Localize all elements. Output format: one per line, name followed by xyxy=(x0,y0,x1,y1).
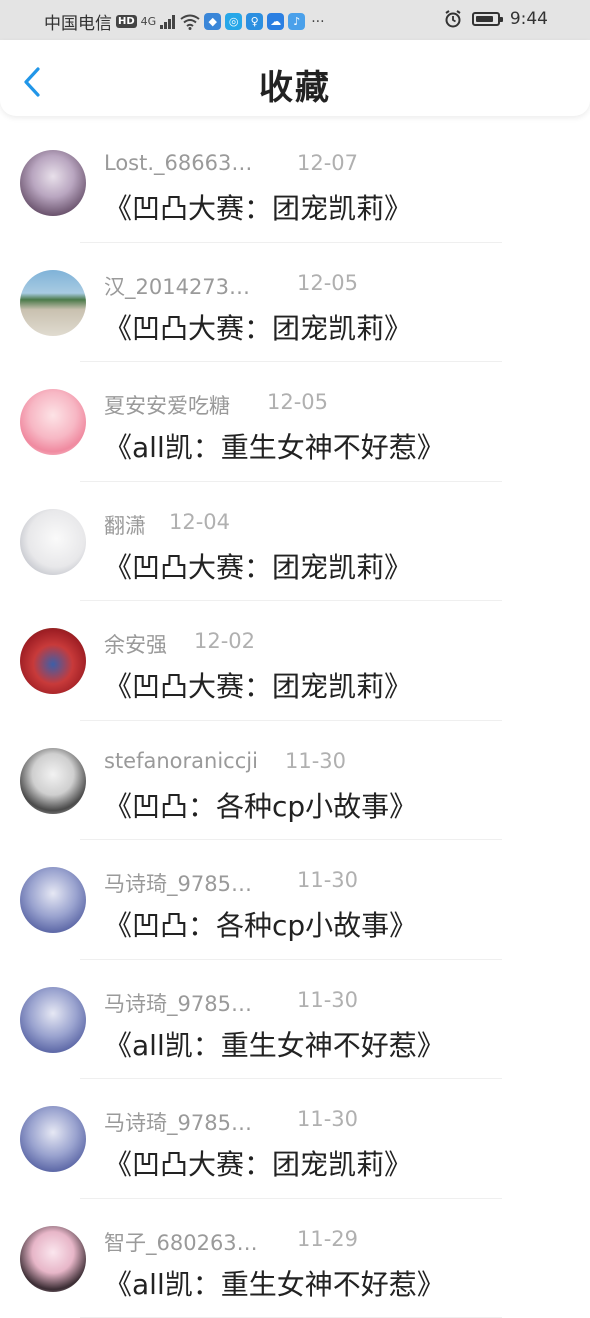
book-title: 《凹凸大赛：团宠凯莉》 xyxy=(104,1143,412,1183)
list-item[interactable]: Lost._68663… 12-07 《凹凸大赛：团宠凯莉》 xyxy=(0,123,590,243)
book-title: 《凹凸大赛：团宠凯莉》 xyxy=(104,665,412,705)
book-title: 《all凯：重生女神不好惹》 xyxy=(104,1024,445,1064)
favorite-date: 12-07 xyxy=(297,151,358,175)
book-title: 《all凯：重生女神不好惹》 xyxy=(104,426,445,466)
list-item[interactable]: 余安强 12-02 《凹凸大赛：团宠凯莉》 xyxy=(0,601,590,721)
list-item[interactable]: 马诗琦_9785… 11-30 《all凯：重生女神不好惹》 xyxy=(0,960,590,1080)
book-title: 《凹凸大赛：团宠凯莉》 xyxy=(104,187,412,227)
avatar xyxy=(20,1106,86,1172)
list-item[interactable]: 汉_2014273… 12-05 《凹凸大赛：团宠凯莉》 xyxy=(0,243,590,363)
list-item[interactable]: stefanoraniccji 11-30 《凹凸：各种cp小故事》 xyxy=(0,721,590,841)
favorite-date: 11-30 xyxy=(297,1107,358,1131)
book-title: 《凹凸大赛：团宠凯莉》 xyxy=(104,307,412,347)
user-name: 智子_680263… xyxy=(104,1227,258,1257)
avatar xyxy=(20,270,86,336)
avatar xyxy=(20,150,86,216)
book-title: 《凹凸大赛：团宠凯莉》 xyxy=(104,546,412,586)
favorite-date: 11-30 xyxy=(297,988,358,1012)
hd-badge: HD xyxy=(116,15,137,28)
status-bar-right: 9:44 xyxy=(444,9,548,29)
music-app-icon: ♪ xyxy=(288,13,305,30)
user-name: 马诗琦_9785… xyxy=(104,1107,252,1137)
user-name: 马诗琦_9785… xyxy=(104,868,252,898)
list-item[interactable]: 智子_680263… 11-29 《all凯：重生女神不好惹》 xyxy=(0,1199,590,1318)
favorite-date: 12-02 xyxy=(194,629,255,653)
favorites-list: Lost._68663… 12-07 《凹凸大赛：团宠凯莉》 汉_2014273… xyxy=(0,123,590,1318)
avatar xyxy=(20,987,86,1053)
battery-icon xyxy=(472,12,500,26)
avatar xyxy=(20,628,86,694)
more-notifications-icon: ··· xyxy=(311,14,324,30)
wifi-icon xyxy=(180,14,200,30)
user-name: 余安强 xyxy=(104,629,167,659)
favorite-date: 11-30 xyxy=(285,749,346,773)
avatar xyxy=(20,748,86,814)
network-type: 4G xyxy=(141,15,157,28)
avatar xyxy=(20,867,86,933)
book-title: 《all凯：重生女神不好惹》 xyxy=(104,1263,445,1303)
page-title: 收藏 xyxy=(0,60,590,109)
alarm-icon xyxy=(444,10,462,28)
app-notification-icon: ◆ xyxy=(204,13,221,30)
clock: 9:44 xyxy=(510,9,548,29)
favorite-date: 11-30 xyxy=(297,868,358,892)
user-name: 汉_2014273… xyxy=(104,271,250,301)
favorite-date: 11-29 xyxy=(297,1227,358,1251)
favorite-date: 12-05 xyxy=(297,271,358,295)
list-item[interactable]: 夏安安爱吃糖 12-05 《all凯：重生女神不好惹》 xyxy=(0,362,590,482)
list-item[interactable]: 马诗琦_9785… 11-30 《凹凸：各种cp小故事》 xyxy=(0,840,590,960)
favorite-date: 12-04 xyxy=(169,510,230,534)
user-name: Lost._68663… xyxy=(104,151,252,175)
status-bar: 中国电信 HD 4G ◆ ◎ ♀ ☁ ♪ ··· 9:44 xyxy=(0,0,590,40)
user-name: 翻潇 xyxy=(104,510,146,540)
user-name: stefanoraniccji xyxy=(104,749,258,773)
user-name: 夏安安爱吃糖 xyxy=(104,390,230,420)
signal-icon xyxy=(160,15,176,29)
book-title: 《凹凸：各种cp小故事》 xyxy=(104,785,417,825)
header-bar: 收藏 xyxy=(0,40,590,116)
book-title: 《凹凸：各种cp小故事》 xyxy=(104,904,417,944)
favorite-date: 12-05 xyxy=(267,390,328,414)
search-app-icon: ◎ xyxy=(225,13,242,30)
status-bar-left: 中国电信 HD 4G ◆ ◎ ♀ ☁ ♪ ··· xyxy=(44,9,325,34)
carrier-label: 中国电信 xyxy=(44,9,112,34)
avatar xyxy=(20,389,86,455)
avatar xyxy=(20,509,86,575)
list-item[interactable]: 马诗琦_9785… 11-30 《凹凸大赛：团宠凯莉》 xyxy=(0,1079,590,1199)
user-name: 马诗琦_9785… xyxy=(104,988,252,1018)
avatar xyxy=(20,1226,86,1292)
cloud-app-icon: ☁ xyxy=(267,13,284,30)
lightbulb-app-icon: ♀ xyxy=(246,13,263,30)
list-item[interactable]: 翻潇 12-04 《凹凸大赛：团宠凯莉》 xyxy=(0,482,590,602)
